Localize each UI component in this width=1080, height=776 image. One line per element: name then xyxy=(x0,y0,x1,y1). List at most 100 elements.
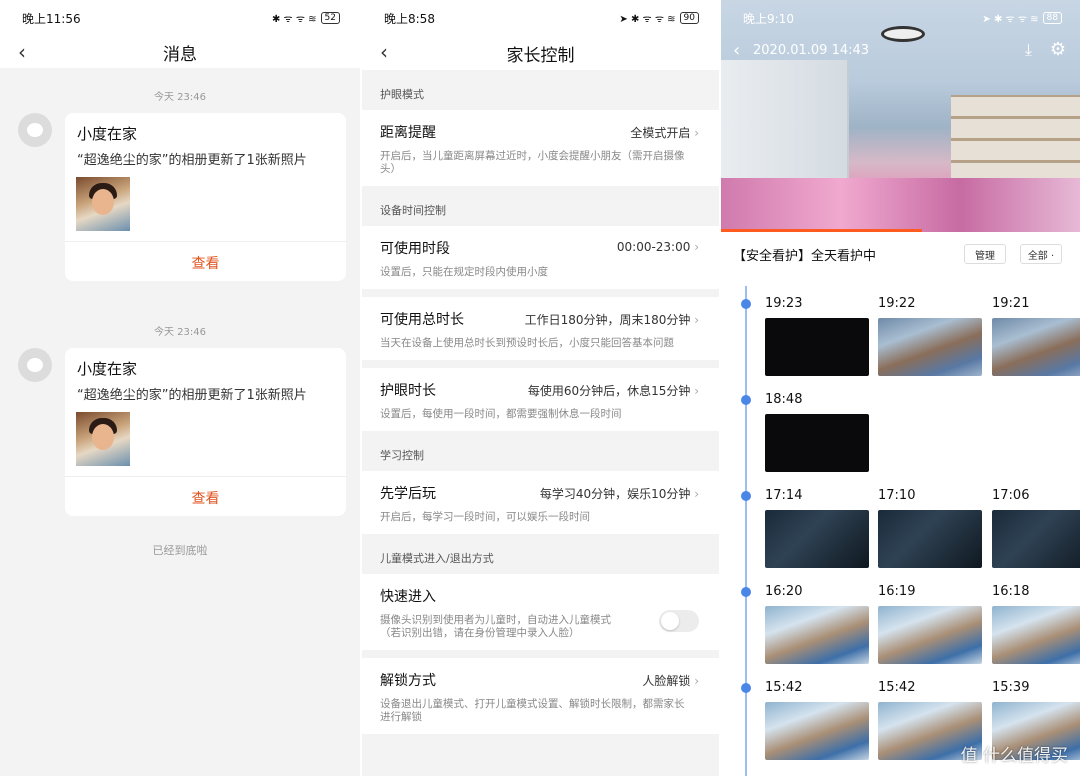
message-time: 今天 23:46 xyxy=(154,92,206,103)
setting-usage-period[interactable]: 可使用时段 00:00-23:00 设置后，只能在规定时段内使用小度 xyxy=(362,226,719,289)
setting-desc: 当天在设备上使用总时长到预设时长后，小度只能回答基本问题 xyxy=(380,337,674,349)
download-icon[interactable]: ⤓ xyxy=(1025,40,1032,60)
divider xyxy=(65,476,346,477)
clip-item[interactable]: 17:10 xyxy=(878,488,982,568)
clip-item[interactable]: 18:48 xyxy=(765,392,869,472)
clip-item[interactable]: 17:14 xyxy=(765,488,869,568)
section-header: 学习控制 xyxy=(380,449,424,462)
message-item: 小度在家 “超逸绝尘的家”的相册更新了1张新照片 查看 xyxy=(0,348,360,516)
divider xyxy=(65,241,346,242)
clip-item[interactable]: 15:42 xyxy=(765,680,869,760)
setting-desc: 设置后，只能在规定时段内使用小度 xyxy=(380,266,548,278)
camera-history-screen: 晚上9:10 ➤ ✱ ᯤ ᯤ ≋ 88 ‹ 2020.01.09 14:43 ⤓… xyxy=(721,0,1080,776)
clip-item[interactable]: 16:20 xyxy=(765,584,869,664)
status-icons: ➤ ✱ ᯤ ᯤ ≋ xyxy=(619,14,676,25)
video-player[interactable]: 晚上9:10 ➤ ✱ ᯤ ᯤ ≋ 88 ‹ 2020.01.09 14:43 ⤓… xyxy=(721,0,1080,232)
status-time: 晚上9:10 xyxy=(743,11,794,26)
back-arrow-icon[interactable]: ‹ xyxy=(18,40,26,64)
video-datetime: 2020.01.09 14:43 xyxy=(753,43,870,58)
clip-item[interactable]: 19:22 xyxy=(878,296,982,376)
clip-thumbnail[interactable] xyxy=(992,606,1080,664)
view-button[interactable]: 查看 xyxy=(65,253,346,273)
message-text: “超逸绝尘的家”的相册更新了1张新照片 xyxy=(77,153,307,168)
clip-item[interactable]: 17:06 xyxy=(992,488,1080,568)
parental-control-screen: 晚上8:58 ➤ ✱ ᯤ ᯤ ≋ 90 ‹ 家长控制 护眼模式 距离提醒 全模式… xyxy=(362,0,719,776)
photo-thumbnail[interactable] xyxy=(76,177,130,231)
clip-item[interactable]: 19:21 xyxy=(992,296,1080,376)
gear-icon[interactable]: ⚙ xyxy=(1050,39,1066,60)
clip-thumbnail[interactable] xyxy=(878,318,982,376)
chat-bubble-icon xyxy=(18,113,52,147)
status-time: 晚上8:58 xyxy=(384,11,435,26)
chat-bubble-icon xyxy=(18,348,52,382)
watermark: 值 什么值得买 xyxy=(960,746,1068,766)
clip-thumbnail[interactable] xyxy=(765,318,869,376)
clip-item[interactable]: 16:19 xyxy=(878,584,982,664)
section-header: 护眼模式 xyxy=(380,88,424,101)
clip-thumbnail[interactable] xyxy=(878,510,982,568)
filter-all-dropdown[interactable]: 全部 · xyxy=(1020,244,1062,264)
setting-unlock-method[interactable]: 解锁方式 人脸解锁 设备退出儿童模式、打开儿童模式设置、解锁时长限制，都需家长进… xyxy=(362,658,719,734)
timeline-dot xyxy=(741,299,751,309)
timeline-dot xyxy=(741,683,751,693)
status-time: 晚上11:56 xyxy=(22,11,81,26)
manage-button[interactable]: 管理 xyxy=(964,244,1006,264)
end-of-list-text: 已经到底啦 xyxy=(152,544,208,557)
page-title: 家长控制 xyxy=(506,45,575,66)
section-header: 设备时间控制 xyxy=(380,204,446,217)
nav-bar: ‹ 家长控制 xyxy=(362,36,719,70)
video-header: ‹ 2020.01.09 14:43 ⤓ ⚙ xyxy=(721,39,1080,66)
setting-desc: 摄像头识别到使用者为儿童时，自动进入儿童模式（若识别出错，请在身份管理中录入人脸… xyxy=(380,614,611,639)
page-title: 消息 xyxy=(163,44,197,65)
status-bar: 晚上8:58 ➤ ✱ ᯤ ᯤ ≋ 90 xyxy=(362,0,719,36)
setting-total-duration[interactable]: 可使用总时长 工作日180分钟，周末180分钟 当天在设备上使用总时长到预设时长… xyxy=(362,297,719,360)
clip-thumbnail[interactable] xyxy=(878,606,982,664)
clip-thumbnail[interactable] xyxy=(992,510,1080,568)
timeline-dot xyxy=(741,587,751,597)
battery-icon: 90 xyxy=(679,12,699,24)
status-bar: 晚上11:56 ✱ ᯤ ᯤ ≋ 52 xyxy=(0,0,360,36)
clip-item[interactable]: 19:23 xyxy=(765,296,869,376)
setting-study-first[interactable]: 先学后玩 每学习40分钟，娱乐10分钟 开启后，每学习一段时间，可以娱乐一段时间 xyxy=(362,471,719,534)
setting-desc: 开启后，每学习一段时间，可以娱乐一段时间 xyxy=(380,511,590,523)
setting-desc: 设备退出儿童模式、打开儿童模式设置、解锁时长限制，都需家长进行解锁 xyxy=(380,698,685,723)
status-icons: ➤ ✱ ᯤ ᯤ ≋ xyxy=(982,14,1039,25)
setting-value: 00:00-23:00 xyxy=(617,240,699,254)
video-progress-bar[interactable] xyxy=(721,229,923,232)
clip-thumbnail[interactable] xyxy=(765,702,869,760)
setting-desc: 设置后，每使用一段时间，都需要强制休息一段时间 xyxy=(380,408,622,420)
clip-thumbnail[interactable] xyxy=(992,318,1080,376)
setting-value: 人脸解锁 xyxy=(642,672,699,689)
message-time: 今天 23:46 xyxy=(154,327,206,338)
status-icons: ✱ ᯤ ᯤ ≋ xyxy=(271,14,317,25)
clip-item[interactable]: 16:18 xyxy=(992,584,1080,664)
message-text: “超逸绝尘的家”的相册更新了1张新照片 xyxy=(77,388,307,403)
message-card[interactable]: 小度在家 “超逸绝尘的家”的相册更新了1张新照片 查看 xyxy=(65,348,346,516)
timeline-dot xyxy=(741,491,751,501)
back-arrow-icon[interactable]: ‹ xyxy=(733,40,740,61)
timeline-dot xyxy=(741,395,751,405)
section-header: 儿童模式进入/退出方式 xyxy=(380,552,494,565)
setting-value: 每使用60分钟后，休息15分钟 xyxy=(528,382,699,399)
clip-thumbnail[interactable] xyxy=(765,414,869,472)
setting-eye-care-duration[interactable]: 护眼时长 每使用60分钟后，休息15分钟 设置后，每使用一段时间，都需要强制休息… xyxy=(362,368,719,431)
nav-bar: ‹ 消息 xyxy=(0,36,360,68)
view-button[interactable]: 查看 xyxy=(65,488,346,508)
back-arrow-icon[interactable]: ‹ xyxy=(380,40,388,64)
quick-enter-toggle[interactable] xyxy=(659,610,699,632)
setting-distance-reminder[interactable]: 距离提醒 全模式开启 开启后，当儿童距离屏幕过近时，小度会提醒小朋友（需开启摄像… xyxy=(362,110,719,186)
watch-bar: 【安全看护】全天看护中 管理 全部 · xyxy=(721,236,1080,274)
message-title: 小度在家 xyxy=(77,360,138,378)
battery-icon: 52 xyxy=(320,12,340,24)
battery-icon: 88 xyxy=(1042,12,1062,24)
message-card[interactable]: 小度在家 “超逸绝尘的家”的相册更新了1张新照片 查看 xyxy=(65,113,346,281)
photo-thumbnail[interactable] xyxy=(76,412,130,466)
setting-quick-enter: 快速进入 摄像头识别到使用者为儿童时，自动进入儿童模式（若识别出错，请在身份管理… xyxy=(362,574,719,650)
setting-value: 每学习40分钟，娱乐10分钟 xyxy=(540,485,699,502)
clip-thumbnail[interactable] xyxy=(765,510,869,568)
message-item: 小度在家 “超逸绝尘的家”的相册更新了1张新照片 查看 xyxy=(0,113,360,281)
message-title: 小度在家 xyxy=(77,125,138,143)
timeline-line xyxy=(745,286,747,776)
setting-desc: 开启后，当儿童距离屏幕过近时，小度会提醒小朋友（需开启摄像头） xyxy=(380,150,685,175)
clip-thumbnail[interactable] xyxy=(765,606,869,664)
